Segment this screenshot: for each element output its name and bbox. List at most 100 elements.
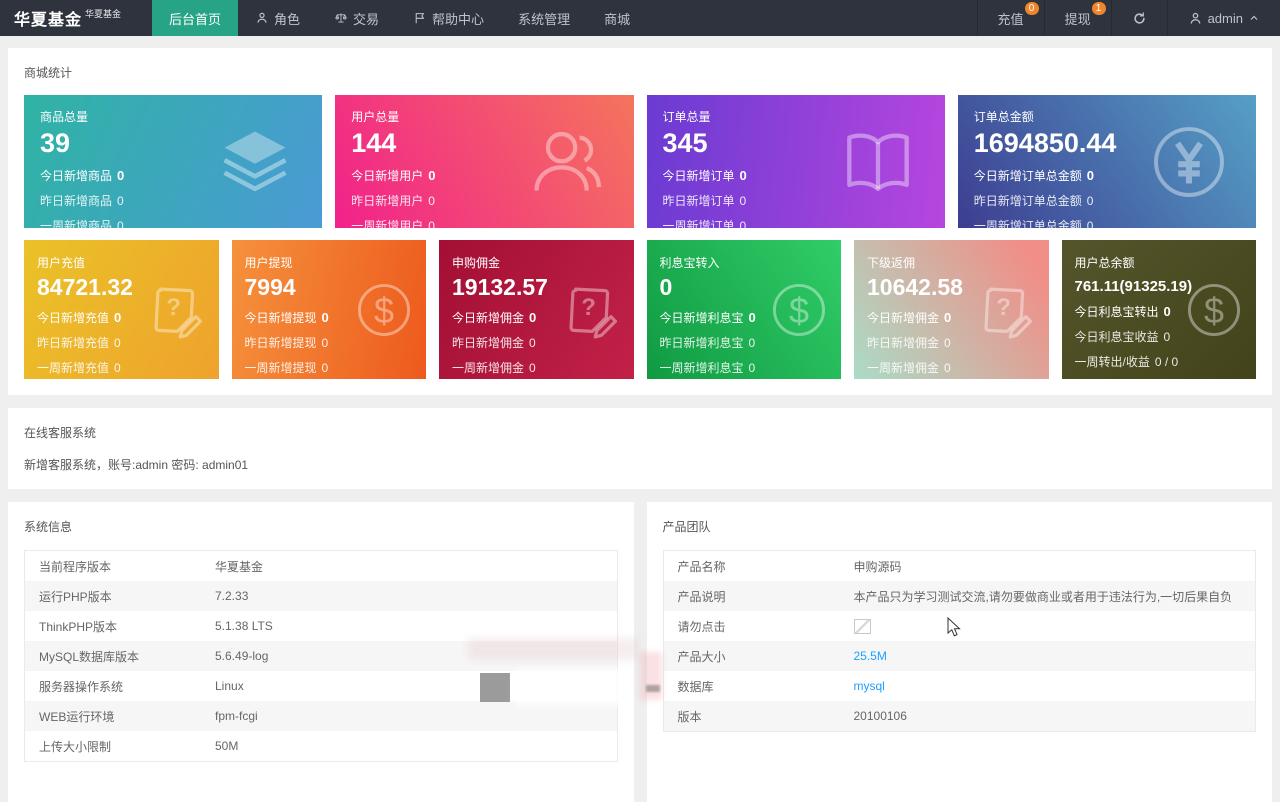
customer-service-panel: 在线客服系统 新增客服系统，账号:admin 密码: admin01 <box>8 408 1272 489</box>
logo-sup-text: 华夏基金 <box>85 8 122 19</box>
stat-line-value: 0 <box>321 310 329 325</box>
nav-item-label: 商城 <box>604 11 631 27</box>
stat-line-label: 昨日新增利息宝 <box>659 336 744 350</box>
refresh-button[interactable] <box>1110 0 1167 36</box>
nav-item[interactable]: 后台首页 <box>152 0 239 36</box>
stat-title: 用户提现 <box>244 256 293 270</box>
table-row: 服务器操作系统 Linux <box>25 671 617 701</box>
person-icon <box>1188 11 1203 26</box>
row-value: fpm-fcgi <box>215 709 258 723</box>
main-content: 商城统计 商品总量 39 今日新增商品 0 昨日新增商品 0 一周新增商品 0 用户总… <box>0 36 1280 802</box>
row-value: 申购源码 <box>853 559 902 574</box>
recharge-button[interactable]: 充值 0 <box>976 0 1044 36</box>
row-label: 产品名称 <box>677 559 726 574</box>
stat-line-value: 0 <box>321 336 329 350</box>
svg-text:?: ? <box>996 293 1011 320</box>
stat-line-value: 0 <box>1086 168 1094 183</box>
stat-line-label: 昨日新增商品 <box>40 194 113 208</box>
table-row: 上传大小限制 50M <box>25 731 617 761</box>
stats-row-1: 商品总量 39 今日新增商品 0 昨日新增商品 0 一周新增商品 0 用户总量 144… <box>24 95 1256 228</box>
nav-item[interactable]: 帮助中心 <box>396 0 501 36</box>
stat-card: 用户提现 7994 今日新增提现 0 昨日新增提现 0 一周新增提现 0 $ <box>231 240 426 379</box>
row-label: ThinkPHP版本 <box>39 619 118 634</box>
stat-line-label: 今日新增订单总金额 <box>973 169 1082 183</box>
table-row: 产品大小 25.5M <box>663 641 1255 671</box>
table-row: 数据库 mysql <box>664 671 1256 701</box>
stat-line-value: 0 <box>739 194 747 208</box>
stat-line-value: 0 <box>529 336 536 350</box>
row-label: 请勿点击 <box>677 619 726 634</box>
product-team-panel: 产品团队 产品名称 申购源码 产品说明 本产品只为学习测试交流,请勿要做商业或者… <box>646 502 1272 802</box>
dollar-circle-icon: $ <box>1182 278 1246 342</box>
doc-edit-icon: ? <box>145 278 209 342</box>
stat-line-value: 0 <box>739 219 747 228</box>
stat-line-value: 0 <box>739 168 747 183</box>
stat-line-label: 一周新增佣金 <box>867 361 940 375</box>
row-value[interactable]: mysql <box>854 679 895 693</box>
stat-line-label: 今日新增充值 <box>37 311 110 325</box>
stat-line-value: 0 <box>748 361 756 375</box>
stat-line-label: 昨日新增订单 <box>662 194 735 208</box>
stat-line-value: 0 <box>428 219 435 228</box>
book-icon <box>835 119 921 205</box>
stat-line-value: 0 <box>117 219 124 228</box>
nav-item-label: 后台首页 <box>169 11 222 27</box>
table-row: 运行PHP版本 7.2.33 <box>25 581 617 611</box>
stat-line-value: 0 <box>748 336 756 350</box>
row-label: 运行PHP版本 <box>39 589 112 604</box>
users-icon <box>524 119 610 205</box>
stat-line-label: 今日新增订单 <box>662 169 735 183</box>
stat-line-value: 0 <box>944 310 952 325</box>
stat-card: 下级返佣 10642.58 今日新增佣金 0 昨日新增佣金 0 一周新增佣金 0 ? <box>854 240 1049 379</box>
stat-line-label: 今日利息宝转出 <box>1074 305 1159 319</box>
svg-text:$: $ <box>789 289 809 330</box>
chevron-up-icon <box>1248 12 1260 24</box>
stat-line-value: 0 / 0 <box>1154 355 1179 369</box>
row-label: WEB运行环境 <box>39 709 115 724</box>
app-logo[interactable]: 华夏基金 华夏基金 <box>0 0 152 36</box>
stat-line-label: 今日新增佣金 <box>867 311 940 325</box>
stat-line-label: 今日新增提现 <box>244 311 317 325</box>
stat-card: 利息宝转入 0 今日新增利息宝 0 昨日新增利息宝 0 一周新增利息宝 0 $ <box>646 240 841 379</box>
row-value: 5.1.38 LTS <box>215 619 273 633</box>
stat-title: 用户总余额 <box>1074 256 1135 270</box>
row-value[interactable]: 25.5M <box>854 649 897 663</box>
row-value: 20100106 <box>853 709 907 723</box>
navbar-right: 充值 0 提现 1 admin <box>976 0 1280 36</box>
svg-text:?: ? <box>166 293 181 320</box>
scales-icon <box>334 11 348 25</box>
stat-line-label: 今日新增商品 <box>40 169 113 183</box>
nav-item[interactable]: 商城 <box>587 0 647 36</box>
table-row: 产品说明 本产品只为学习测试交流,请勿要做商业或者用于违法行为,一切后果自负 <box>663 581 1255 611</box>
stat-line-value: 0 <box>529 310 537 325</box>
withdraw-button[interactable]: 提现 1 <box>1043 0 1111 36</box>
table-row: MySQL数据库版本 5.6.49-log <box>25 641 617 671</box>
doc-edit-icon: ? <box>560 278 624 342</box>
table-row: 产品名称 申购源码 <box>664 551 1256 581</box>
username: admin <box>1207 10 1243 26</box>
top-navbar: 华夏基金 华夏基金 后台首页 角色 交易 帮助中心 系统管理 商城 充值 0 提… <box>0 0 1280 36</box>
nav-item[interactable]: 系统管理 <box>501 0 587 36</box>
stat-line-value: 0 <box>1086 219 1094 228</box>
stat-line-value: 0 <box>114 361 121 375</box>
stat-line-label: 昨日新增佣金 <box>867 336 940 350</box>
stat-line-label: 一周新增利息宝 <box>659 361 744 375</box>
nav-item[interactable]: 角色 <box>238 0 317 36</box>
dollar-circle-icon: $ <box>352 278 416 342</box>
table-row: WEB运行环境 fpm-fcgi <box>25 701 617 731</box>
row-label: 版本 <box>677 709 702 724</box>
stat-line-label: 一周转出/收益 <box>1074 355 1150 369</box>
stat-card: 订单总金额 1694850.44 今日新增订单总金额 0 昨日新增订单总金额 0 一… <box>957 95 1256 228</box>
stat-line-label: 一周新增佣金 <box>452 361 525 375</box>
row-label: 数据库 <box>677 679 714 694</box>
stat-title: 下级返佣 <box>867 256 916 270</box>
row-label: 产品说明 <box>677 589 726 604</box>
table-row: 版本 20100106 <box>663 701 1255 731</box>
nav-item[interactable]: 交易 <box>317 0 396 36</box>
yen-circle-icon <box>1146 119 1232 205</box>
stat-line-label: 昨日新增佣金 <box>452 336 525 350</box>
row-value: Linux <box>215 679 244 693</box>
stat-line-label: 昨日新增提现 <box>244 336 317 350</box>
user-menu[interactable]: admin <box>1166 0 1280 36</box>
person-icon <box>255 11 269 25</box>
